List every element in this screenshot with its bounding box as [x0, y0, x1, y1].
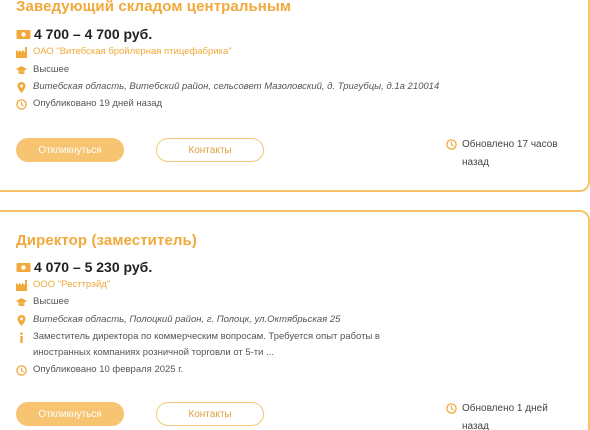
location-pin-icon [17, 315, 26, 326]
vacancy-card: Директор (заместитель) 4 070 – 5 230 руб… [0, 210, 590, 430]
published-row: Опубликовано 10 февраля 2025 г. [16, 364, 183, 376]
money-icon [16, 262, 31, 272]
contacts-button[interactable]: Контакты [156, 138, 264, 162]
contacts-button[interactable]: Контакты [156, 402, 264, 426]
company-row: ООО "Ресттрэйд" [16, 279, 110, 291]
published: Опубликовано 10 февраля 2025 г. [33, 364, 184, 375]
salary: 4 700 – 4 700 руб. [34, 26, 153, 42]
published-row: Опубликовано 19 дней назад [16, 98, 162, 110]
info-icon [20, 332, 23, 343]
factory-icon [16, 280, 27, 291]
education: Высшее [33, 64, 70, 75]
location-pin-icon [17, 82, 26, 93]
apply-button[interactable]: Откликнуться [16, 138, 124, 162]
updated-text: Обновлено 17 часов назад [462, 139, 558, 168]
address: Витебская область, Полоцкий район, г. По… [33, 314, 341, 325]
factory-icon [16, 47, 27, 58]
clock-icon [16, 365, 27, 376]
education-row: Высшее [16, 296, 69, 308]
salary-row: 4 070 – 5 230 руб. [16, 259, 152, 275]
address: Витебская область, Витебский район, сель… [33, 81, 440, 92]
vacancy-title[interactable]: Директор (заместитель) [16, 232, 197, 249]
address-row: Витебская область, Полоцкий район, г. По… [16, 314, 340, 326]
clock-icon [446, 403, 457, 414]
salary: 4 070 – 5 230 руб. [34, 259, 153, 275]
education: Высшее [33, 296, 70, 307]
vacancy-card: Заведующий складом центральным 4 700 – 4… [0, 0, 590, 192]
address-row: Витебская область, Витебский район, сель… [16, 81, 439, 93]
education-row: Высшее [16, 64, 69, 76]
updated-info: Обновлено 17 часов назад [446, 136, 572, 172]
graduation-cap-icon [16, 298, 27, 307]
updated-text: Обновлено 1 дней назад [462, 403, 548, 430]
company-link[interactable]: ОАО "Витебская бройлерная птицефабрика" [33, 46, 232, 57]
graduation-cap-icon [16, 66, 27, 75]
salary-row: 4 700 – 4 700 руб. [16, 26, 152, 42]
apply-button[interactable]: Откликнуться [16, 402, 124, 426]
published: Опубликовано 19 дней назад [33, 98, 163, 109]
updated-info: Обновлено 1 дней назад [446, 400, 572, 430]
company-row: ОАО "Витебская бройлерная птицефабрика" [16, 46, 232, 58]
money-icon [16, 29, 31, 39]
company-link[interactable]: ООО "Ресттрэйд" [33, 279, 110, 290]
vacancy-title[interactable]: Заведующий складом центральным [16, 0, 291, 15]
clock-icon [446, 139, 457, 150]
clock-icon [16, 99, 27, 110]
description-row: Заместитель директора по коммерческим во… [16, 331, 413, 361]
description: Заместитель директора по коммерческим во… [33, 331, 380, 358]
